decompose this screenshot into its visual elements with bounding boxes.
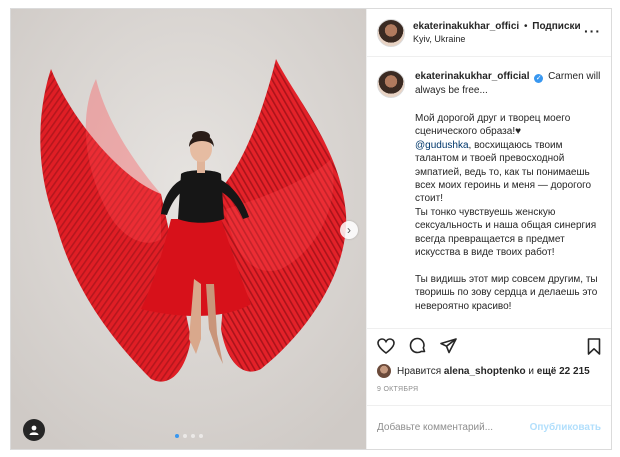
caption-author-avatar[interactable] — [377, 70, 405, 98]
caption-username-link[interactable]: ekaterinakukhar_official — [415, 71, 530, 82]
likes-count-link[interactable]: ещё 22 215 — [537, 366, 590, 377]
publish-button[interactable]: Опубликовать — [530, 422, 601, 433]
verified-badge-icon: ✓ — [534, 74, 544, 83]
author-avatar[interactable] — [377, 18, 405, 47]
likes-prefix: Нравится — [397, 365, 442, 377]
send-icon — [440, 337, 457, 353]
caption-paragraph: Мой дорогой друг и творец моего сценичес… — [415, 113, 571, 138]
post-header: ekaterinakukhar_offici • Подписки Kyiv, … — [367, 9, 611, 57]
header-separator: • — [523, 20, 528, 32]
header-text: ekaterinakukhar_offici • Подписки Kyiv, … — [413, 20, 581, 46]
carousel-dot — [190, 434, 195, 438]
header-line: ekaterinakukhar_offici • Подписки — [413, 20, 581, 33]
caption: ekaterinakukhar_official ✓ Carmen will a… — [415, 70, 601, 328]
comment-button[interactable] — [409, 337, 426, 354]
carousel-dot — [182, 434, 187, 438]
following-button[interactable]: Подписки — [532, 21, 580, 32]
bookmark-icon — [587, 338, 601, 355]
comment-input[interactable] — [377, 422, 527, 433]
post-media[interactable]: › — [11, 9, 366, 449]
comment-icon — [409, 337, 426, 354]
post-modal: › ekaterinakukhar_offici • Подписки Kyiv… — [10, 8, 612, 450]
likes-summary: Нравится alena_shoptenko и ещё 22 215 — [367, 362, 611, 380]
carousel-next-button[interactable]: › — [340, 221, 358, 239]
carousel-dot — [198, 434, 203, 438]
caption-header: ekaterinakukhar_official ✓ Carmen will a… — [415, 70, 601, 98]
heart-icon — [377, 337, 395, 354]
chevron-right-icon: › — [347, 223, 351, 237]
carousel-dot — [174, 434, 179, 438]
likes-conjunction: и — [528, 365, 534, 377]
post-sidebar: ekaterinakukhar_offici • Подписки Kyiv, … — [366, 9, 611, 449]
author-username-link[interactable]: ekaterinakukhar_offici — [413, 21, 519, 32]
carousel-indicator — [11, 434, 366, 438]
more-horizontal-icon[interactable]: ··· — [584, 23, 601, 39]
save-button[interactable] — [587, 338, 601, 360]
caption-paragraph: , восхищаюсь твоим талантом и твоей прев… — [415, 139, 598, 312]
share-button[interactable] — [440, 337, 457, 354]
action-bar — [367, 328, 611, 362]
mention-link[interactable]: @gudushka — [415, 140, 469, 151]
liker-avatar[interactable] — [377, 364, 391, 378]
caption-body: Мой дорогой друг и творец моего сценичес… — [415, 112, 601, 313]
post-date[interactable]: 9 ОКТЯБРЯ — [367, 380, 611, 405]
liker-username-link[interactable]: alena_shoptenko — [444, 366, 526, 377]
post-photo — [11, 9, 366, 449]
add-comment-section: Опубликовать — [367, 405, 611, 449]
like-button[interactable] — [377, 337, 395, 354]
location-link[interactable]: Kyiv, Ukraine — [413, 33, 581, 46]
comments-area[interactable]: ekaterinakukhar_official ✓ Carmen will a… — [367, 57, 611, 328]
